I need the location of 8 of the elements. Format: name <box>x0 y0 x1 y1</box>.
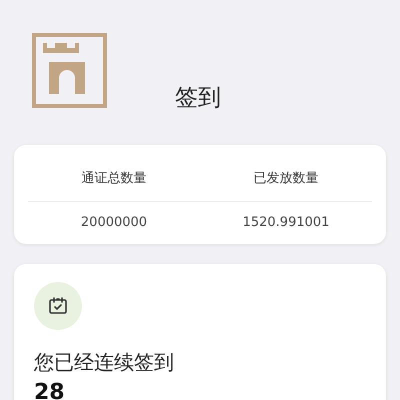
stat-value: 1520.991001 <box>242 214 330 232</box>
column-header: 通证总数量 <box>80 170 148 188</box>
stat-value: 20000000 <box>80 214 148 232</box>
page-title: 签到 <box>175 87 221 110</box>
calendar-check-icon <box>48 296 68 316</box>
column-header: 已发放数量 <box>252 170 320 188</box>
streak-label: 您已经连续签到 <box>34 350 175 374</box>
streak-days: 28 <box>34 382 366 400</box>
